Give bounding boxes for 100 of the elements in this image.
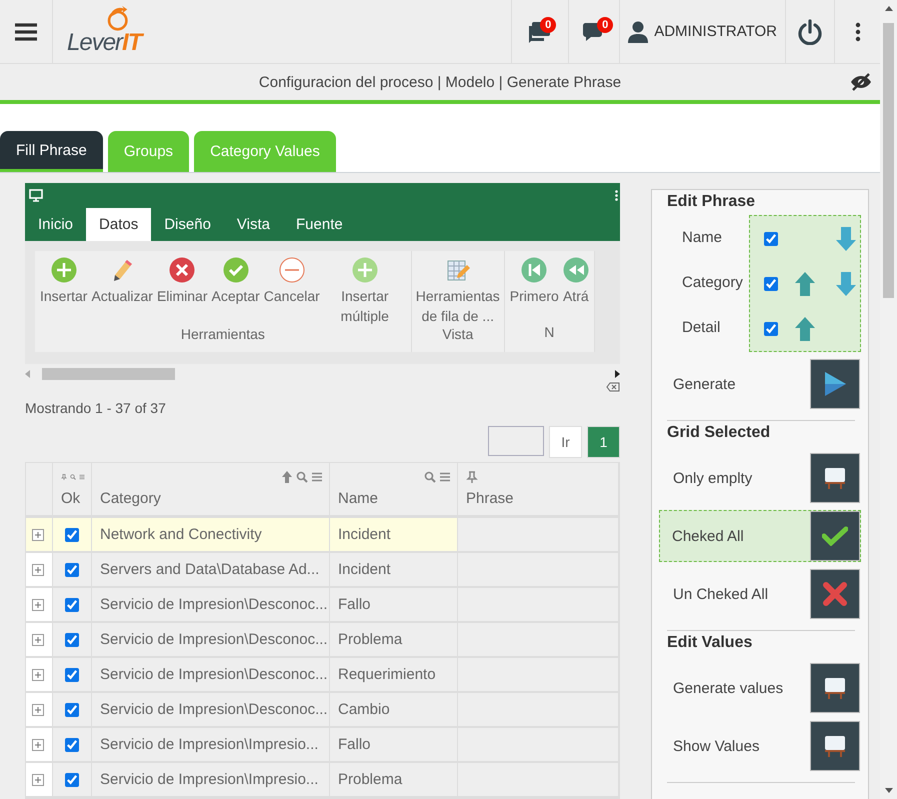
action-label: Only emplty	[673, 470, 752, 486]
table-cell: Servers and Data\Database Ad...	[92, 553, 330, 588]
table-cell: Servicio de Impresion\Desconoc...	[92, 693, 330, 728]
arrow-up-icon	[281, 471, 293, 483]
pin-icon	[61, 471, 67, 483]
group-label: N	[544, 324, 554, 342]
arrow-up-icon	[795, 316, 815, 340]
row-checkbox[interactable]	[65, 668, 79, 682]
field-label: Name	[682, 228, 722, 248]
row-checkbox[interactable]	[65, 738, 79, 752]
menu-icon	[311, 471, 323, 483]
table-cell: Problema	[330, 763, 458, 798]
scroll-down-icon[interactable]	[884, 788, 892, 793]
user-menu[interactable]: ADMINISTRATOR	[619, 0, 785, 63]
menu-icon	[439, 471, 451, 483]
action-button[interactable]	[810, 453, 860, 503]
power-icon	[797, 18, 823, 44]
expand-icon[interactable]	[32, 668, 44, 680]
row-checkbox[interactable]	[65, 528, 79, 542]
group-label: Vista	[442, 326, 474, 344]
record-count: Mostrando 1 - 37 of 37	[25, 400, 167, 416]
section-title: Edit Phrase	[667, 192, 756, 212]
hide-icon[interactable]	[850, 73, 872, 91]
action-label: Generate	[673, 376, 736, 392]
field-checkbox[interactable]	[764, 232, 778, 246]
user-icon	[628, 20, 648, 42]
ribbon-button[interactable]: Cancelar	[262, 257, 322, 326]
row-checkbox[interactable]	[65, 632, 79, 646]
row-checkbox[interactable]	[65, 598, 79, 612]
first-icon	[521, 257, 548, 283]
action-button[interactable]	[810, 663, 860, 713]
ribbon-tab[interactable]: Vista	[224, 208, 283, 241]
scrollbar-thumb[interactable]	[42, 368, 175, 380]
table-cell: Servicio de Impresion\Desconoc...	[92, 623, 330, 658]
ribbon-button[interactable]: Insertar	[38, 257, 90, 326]
expand-icon[interactable]	[32, 598, 44, 610]
action-label: Un Cheked All	[673, 586, 768, 602]
plus-icon	[50, 257, 77, 283]
arrow-down-icon	[836, 226, 856, 250]
row-checkbox[interactable]	[65, 702, 79, 716]
more-icon	[854, 22, 860, 42]
expand-icon[interactable]	[32, 564, 44, 576]
ribbon-button[interactable]: Insertar múltiple	[322, 257, 408, 326]
ribbon-button[interactable]: Herramientas de fila de ...	[414, 257, 501, 326]
count-badge: 0	[597, 17, 614, 33]
menu-icon	[15, 22, 37, 40]
expand-icon[interactable]	[32, 528, 44, 540]
row-checkbox[interactable]	[65, 562, 79, 576]
page-button[interactable]: 1	[587, 426, 620, 458]
ribbon-button[interactable]: Eliminar	[154, 257, 210, 326]
ribbon-tab[interactable]: Datos	[86, 208, 152, 241]
page-field[interactable]	[488, 426, 544, 456]
delete-icon	[169, 257, 196, 283]
ribbon-button[interactable]: Aceptar	[210, 257, 262, 326]
table-cell: Incident	[330, 518, 458, 553]
logo: LeverIT	[52, 0, 150, 63]
plus-icon	[352, 257, 378, 283]
ribbon-button[interactable]: Atrá	[560, 257, 591, 324]
whiteboard-icon	[823, 466, 847, 490]
play-icon	[823, 371, 847, 397]
ribbon-tab[interactable]: Fuente	[283, 208, 356, 241]
field-label: Category	[682, 273, 743, 293]
arrow-up-icon	[795, 272, 815, 296]
monitor-icon	[29, 189, 43, 202]
notifications-button[interactable]: 0	[511, 0, 568, 63]
scroll-up-icon[interactable]	[884, 6, 892, 11]
rewind-icon	[562, 257, 589, 283]
ribbon-button[interactable]: Actualizar	[89, 257, 155, 326]
table-cell: Incident	[330, 553, 458, 588]
action-button[interactable]	[810, 359, 860, 409]
field-checkbox[interactable]	[764, 322, 778, 336]
table-cell: Servicio de Impresion\Desconoc...	[92, 588, 330, 623]
ribbon-tab[interactable]: Diseño	[151, 208, 224, 241]
more-icon[interactable]	[615, 190, 618, 201]
action-button[interactable]	[810, 511, 860, 561]
expand-icon[interactable]	[32, 634, 44, 646]
ribbon-tab[interactable]: Inicio	[25, 208, 86, 241]
action-button[interactable]	[810, 569, 860, 619]
arrow-down-icon	[836, 272, 856, 296]
pin-icon	[466, 471, 478, 483]
section-title: Grid Selected	[667, 423, 772, 443]
notifications-button[interactable]: 0	[568, 0, 620, 63]
table-cell: Problema	[330, 623, 458, 658]
table-cell: Servicio de Impresion\Impresio...	[92, 763, 330, 798]
scrollbar-thumb[interactable]	[883, 23, 894, 298]
clear-icon[interactable]	[606, 382, 620, 392]
table-cell: Fallo	[330, 728, 458, 763]
action-button[interactable]	[810, 721, 860, 771]
scroll-right-icon[interactable]	[615, 370, 620, 378]
tab[interactable]: Fill Phrase	[0, 131, 103, 172]
expand-icon[interactable]	[32, 704, 44, 716]
field-checkbox[interactable]	[764, 276, 778, 290]
cancel-icon	[278, 257, 305, 283]
row-checkbox[interactable]	[65, 772, 79, 786]
go-button[interactable]: Ir	[549, 426, 582, 458]
search-icon	[296, 471, 308, 483]
ribbon-button[interactable]: Primero	[508, 257, 561, 324]
table-cell: Network and Conectivity	[92, 518, 330, 553]
expand-icon[interactable]	[32, 738, 44, 750]
expand-icon[interactable]	[32, 774, 44, 786]
